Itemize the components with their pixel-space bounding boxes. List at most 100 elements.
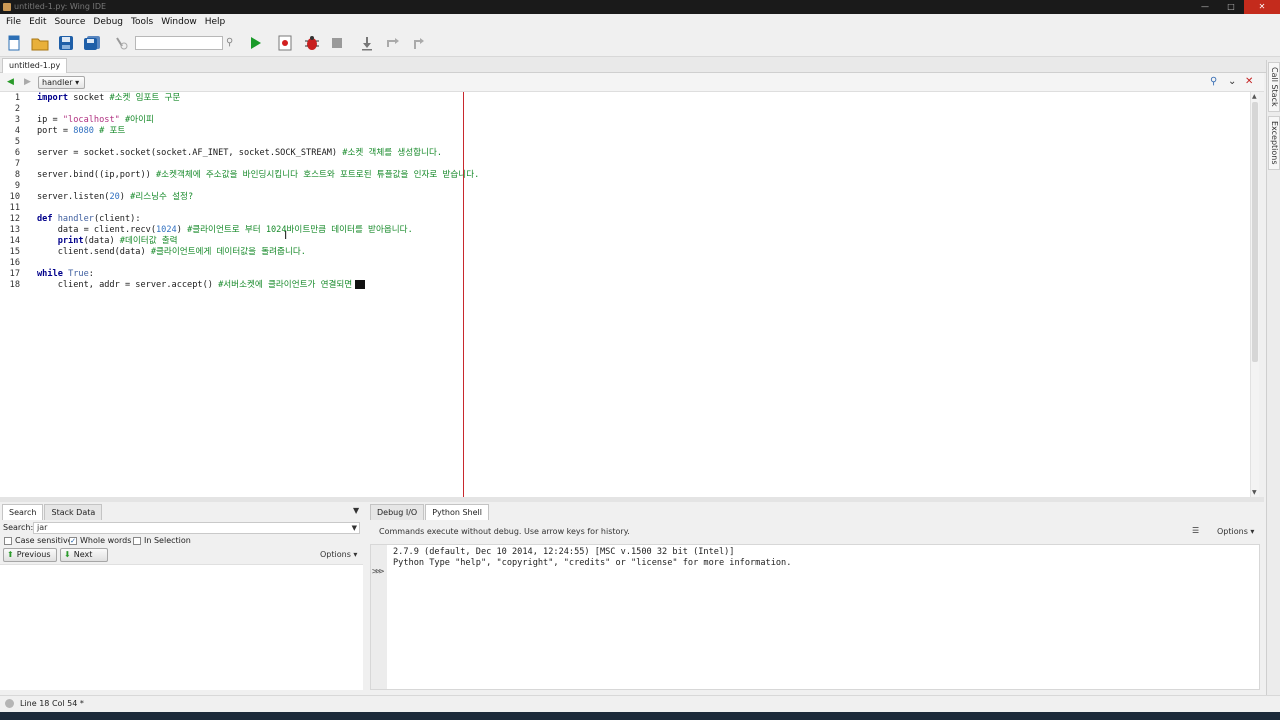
close-editor-icon[interactable]: ✕ [1245, 76, 1253, 87]
window-title: untitled-1.py: Wing IDE [14, 2, 107, 11]
shell-options-menu[interactable]: Options ▾ [1217, 527, 1254, 536]
status-bar: Line 18 Col 54 * [0, 695, 1280, 712]
step-into-icon[interactable] [357, 33, 377, 53]
up-arrow-icon: ⬆ [7, 550, 14, 559]
search-value: jar [37, 523, 48, 532]
shell-info-text: Commands execute without debug. Use arro… [379, 527, 630, 536]
text-cursor [355, 280, 366, 289]
scroll-up-icon[interactable]: ▲ [1252, 93, 1257, 100]
next-label: Next [73, 550, 93, 559]
menu-tools[interactable]: Tools [127, 17, 157, 27]
previous-label: Previous [16, 550, 51, 559]
line-number: 11 [9, 203, 20, 213]
back-arrow-icon[interactable]: ◀ [7, 77, 14, 87]
bug-status-icon [5, 699, 14, 708]
close-button[interactable]: ✕ [1244, 0, 1280, 14]
minimize-button[interactable]: — [1192, 0, 1218, 14]
shell-tools-icon[interactable]: ☰ [1192, 526, 1199, 535]
search-icon[interactable]: ⚲ [226, 37, 233, 48]
step-out-icon[interactable] [409, 33, 429, 53]
options-menu[interactable]: Options ▾ [320, 550, 357, 559]
tab-call-stack[interactable]: Call Stack [1268, 62, 1280, 112]
status-text: Line 18 Col 54 * [20, 699, 84, 708]
line-number: 1 [14, 93, 20, 103]
toolbar: ⚲ [0, 29, 1280, 57]
code-editor[interactable]: 1 import socket #소켓 임포트 구문 2 3 ip = "local… [0, 92, 1250, 497]
app-icon [3, 3, 11, 11]
line-number: 12 [9, 214, 20, 224]
line-number: 2 [14, 104, 20, 114]
menu-debug[interactable]: Debug [89, 17, 127, 27]
line-number: 6 [14, 148, 20, 158]
menu-edit[interactable]: Edit [25, 17, 50, 27]
menu-window[interactable]: Window [157, 17, 201, 27]
line-number: 8 [14, 170, 20, 180]
editor-scrollbar[interactable]: ▲ ▼ [1250, 92, 1259, 497]
maximize-button[interactable]: □ [1218, 0, 1244, 14]
tab-exceptions[interactable]: Exceptions [1268, 116, 1280, 170]
case-sensitive-label: Case sensitive [15, 536, 73, 545]
menu-file[interactable]: File [2, 17, 25, 27]
shell-prompt-icon: >>> [372, 567, 384, 577]
scroll-down-icon[interactable]: ▼ [1252, 489, 1257, 496]
scrollbar-thumb[interactable] [1252, 102, 1258, 362]
line-number: 13 [9, 225, 20, 235]
whole-words-checkbox[interactable]: ✓ Whole words [69, 536, 131, 545]
debug-icon[interactable] [302, 33, 322, 53]
os-taskbar [0, 712, 1280, 720]
in-selection-label: In Selection [144, 536, 191, 545]
previous-button[interactable]: ⬆ Previous [3, 548, 57, 562]
line-number: 4 [14, 126, 20, 136]
chevron-down-icon[interactable]: ▼ [352, 523, 357, 533]
line-number: 10 [9, 192, 20, 202]
line-number: 14 [9, 236, 20, 246]
mouse-ibeam-icon: I [284, 229, 288, 242]
tab-python-shell[interactable]: Python Shell [425, 504, 489, 520]
new-file-icon[interactable] [4, 33, 24, 53]
title-bar: untitled-1.py: Wing IDE — □ ✕ [0, 0, 1280, 14]
find-symbol-icon[interactable] [112, 33, 132, 53]
search-input[interactable]: jar ▼ [33, 522, 360, 534]
shell-output-area[interactable]: >>> 2.7.9 (default, Dec 10 2014, 12:24:5… [370, 544, 1260, 690]
line-number: 9 [14, 181, 20, 191]
line-number: 16 [9, 258, 20, 268]
save-all-icon[interactable] [82, 33, 102, 53]
down-arrow-icon: ⬇ [64, 550, 71, 559]
tab-debug-io[interactable]: Debug I/O [370, 504, 425, 520]
side-tool-tabs: Call Stack Exceptions [1266, 60, 1280, 700]
search-label: Search: [3, 523, 34, 532]
editor-tab-strip: untitled-1.py [0, 57, 1280, 73]
toolbar-search-input[interactable] [135, 36, 223, 50]
edge-marker-line [463, 92, 464, 497]
stop-icon[interactable] [327, 33, 347, 53]
case-sensitive-checkbox[interactable]: Case sensitive [4, 536, 73, 545]
search-results-area[interactable] [0, 564, 363, 690]
chevron-down-icon[interactable]: ⌄ [1228, 76, 1236, 87]
editor-nav-bar: ◀ ▶ handler ▾ ⚲ ⌄ ✕ [0, 73, 1264, 92]
pin-icon[interactable]: ⚲ [1210, 76, 1217, 87]
breakpoint-icon[interactable] [275, 33, 295, 53]
menu-source[interactable]: Source [51, 17, 90, 27]
open-folder-icon[interactable] [30, 33, 50, 53]
line-number: 15 [9, 247, 20, 257]
panel-menu-icon[interactable]: ▼ [353, 506, 359, 515]
scope-label: handler [42, 78, 73, 87]
forward-arrow-icon[interactable]: ▶ [24, 77, 31, 87]
save-icon[interactable] [56, 33, 76, 53]
line-number: 7 [14, 159, 20, 169]
menu-bar: File Edit Source Debug Tools Window Help [0, 14, 1280, 29]
in-selection-checkbox[interactable]: In Selection [133, 536, 191, 545]
tab-stack-data[interactable]: Stack Data [44, 504, 103, 520]
line-number: 17 [9, 269, 20, 279]
shell-output-line: 2.7.9 (default, Dec 10 2014, 12:24:55) [… [393, 547, 735, 557]
tab-untitled-1[interactable]: untitled-1.py [2, 58, 68, 73]
step-over-icon[interactable] [383, 33, 403, 53]
search-panel: Search Stack Data ▼ Search: jar ▼ Case s… [0, 502, 365, 692]
scope-dropdown[interactable]: handler ▾ [38, 76, 85, 89]
run-icon[interactable] [245, 33, 265, 53]
whole-words-label: Whole words [80, 536, 132, 545]
line-number: 3 [14, 115, 20, 125]
next-button[interactable]: ⬇ Next [60, 548, 108, 562]
menu-help[interactable]: Help [201, 17, 230, 27]
tab-search[interactable]: Search [2, 504, 44, 520]
